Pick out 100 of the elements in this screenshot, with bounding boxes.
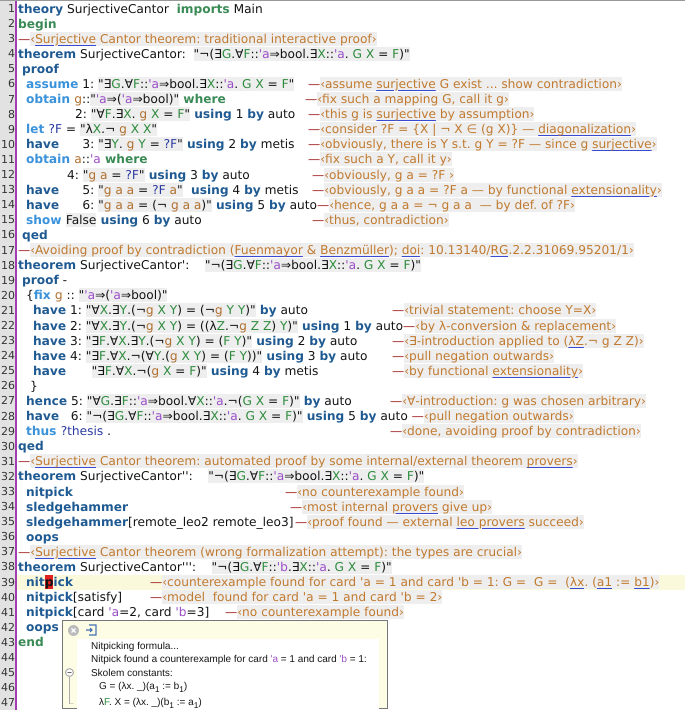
formula-text: .¬(∀ — [126, 348, 154, 363]
formula-text: ⇒bool.∃ — [159, 77, 207, 92]
keyword: using — [190, 182, 229, 197]
line-number: 25 — [0, 363, 17, 378]
underlined-word: extensionality — [492, 364, 578, 378]
keyword: have — [33, 348, 66, 363]
fold-icon[interactable] — [65, 668, 74, 704]
code-text: 6: — [81, 198, 96, 212]
keyword: using — [306, 409, 344, 424]
formula-text: .∃ — [108, 303, 120, 318]
keyword: hence — [26, 394, 68, 408]
bound-variable: F Y — [223, 334, 242, 348]
formula-text: :: — [337, 258, 346, 272]
code-text: auto — [379, 409, 409, 424]
formula-text: .¬( — [132, 364, 152, 378]
formula-text: ⇒bool.∃ — [280, 258, 329, 272]
formula-text: )" — [287, 318, 298, 333]
formula-text: "¬(∃ — [212, 560, 240, 574]
bound-variable: G X — [348, 46, 374, 61]
keyword: obtain — [26, 92, 72, 106]
keyword: assume — [26, 77, 78, 92]
formula-text: "∃ — [92, 364, 105, 378]
bound-variable: G X — [363, 469, 389, 484]
keyword: obtain — [26, 152, 72, 166]
line-number: 1 — [0, 1, 17, 16]
formula-text: "¬(∃ — [204, 258, 234, 272]
type-variable: 'a — [345, 258, 356, 272]
comment-text: › — [656, 182, 662, 197]
comment-text: ‹no counterexample found› — [297, 484, 464, 499]
keyword: where — [182, 92, 226, 106]
type-variable: 'a — [148, 77, 160, 92]
formula-text: " — [151, 122, 157, 136]
comment-dash: — — [403, 318, 416, 333]
line-number: 18 — [0, 258, 17, 273]
formula-text: "¬(∃ — [86, 409, 115, 424]
code-text: auto — [279, 303, 308, 318]
formula-text: . — [326, 560, 331, 574]
formula-text: "∃ — [86, 348, 100, 363]
keyword: oops — [26, 620, 59, 634]
formula-text: . — [359, 469, 364, 484]
line-number: 36 — [0, 529, 17, 544]
formula-text: " — [184, 107, 190, 122]
comment-dash: — — [392, 303, 404, 318]
underlined-word: RG — [490, 243, 508, 258]
bound-variable: X — [159, 364, 172, 378]
formula-text: = (¬ — [134, 198, 171, 212]
code-text: 2 — [227, 137, 238, 152]
line-number: 5 — [0, 61, 17, 76]
underlined-word: surjective — [376, 107, 436, 122]
keyword: sledgehammer — [26, 514, 128, 529]
code-text: 5 — [347, 409, 357, 424]
variable: g — [54, 288, 63, 302]
keyword: using — [100, 212, 138, 227]
underlined-word: extensionality — [571, 182, 657, 197]
bound-variable: F — [189, 364, 196, 378]
formula-text: .∃ — [108, 318, 120, 333]
formula-text: "∀ — [86, 394, 101, 408]
code-text: =3] — [186, 605, 210, 620]
formula-text: ⇒bool)" — [120, 288, 168, 302]
comment-text: › — [572, 454, 578, 468]
code-text: [card — [72, 605, 106, 620]
comment-text: ‹obviously, g a = ?F › — [324, 168, 454, 182]
keyword: theorem — [18, 258, 76, 272]
formula-text: " — [78, 288, 84, 302]
line-number: 10 — [0, 136, 17, 152]
line-number: 46 — [0, 680, 17, 696]
keyword: begin — [18, 16, 57, 31]
variable: ?F — [152, 182, 166, 197]
formula-text: = — [146, 137, 164, 152]
formula-text: .∀ — [112, 364, 124, 378]
comment-dash: — — [305, 92, 318, 106]
line-number: 26 — [0, 378, 17, 394]
type-variable: 'a — [348, 469, 360, 484]
type-variable: 'a — [110, 288, 121, 302]
type-variable: 'a — [273, 469, 284, 484]
line-number: 32 — [0, 468, 17, 484]
comment-dash: — — [312, 212, 324, 227]
message-text: F — [104, 697, 109, 708]
close-icon[interactable] — [68, 624, 79, 636]
code-text: auto — [173, 212, 202, 227]
type-variable: 'a — [152, 409, 162, 424]
line-number: 34 — [0, 499, 17, 514]
keyword: by — [244, 182, 261, 197]
line-number: 12 — [0, 167, 17, 182]
variable: g — [139, 107, 148, 122]
code-text: 4: — [67, 168, 80, 182]
bound-variable: X Y — [172, 334, 196, 348]
code-text: SurjectiveCantor''': — [78, 560, 198, 574]
line-number: 17 — [0, 242, 17, 258]
code-text: 3: — [68, 334, 83, 348]
formula-text: .¬( — [224, 394, 242, 408]
bound-variable: Y Y — [222, 303, 246, 318]
message-text: 'a — [270, 654, 278, 666]
formula-text: .∃ — [110, 394, 122, 408]
variable: g — [74, 92, 82, 106]
bound-variable: X — [332, 469, 340, 484]
comment-dash: — — [317, 198, 330, 212]
keyword: theorem — [18, 469, 76, 484]
underlined-word: leo — [456, 514, 475, 529]
comment-text: › — [578, 364, 583, 378]
